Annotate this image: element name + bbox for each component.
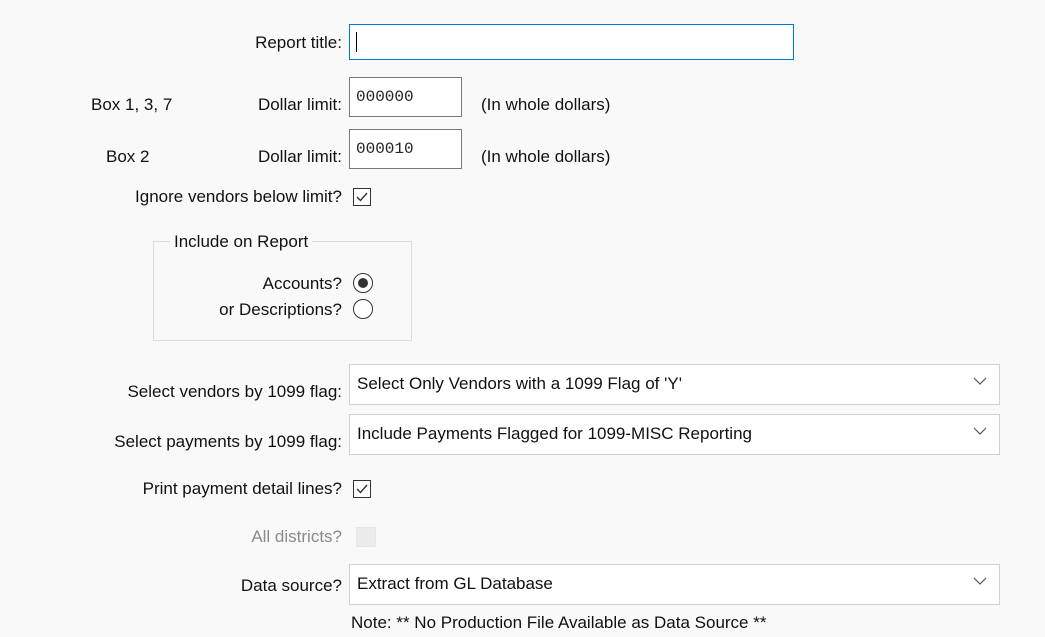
print-detail-checkbox[interactable] [353,480,371,498]
data-source-dropdown[interactable]: Extract from GL Database [349,564,1000,605]
select-payments-value: Include Payments Flagged for 1099-MISC R… [357,424,752,443]
box2-dollar-limit-input[interactable]: 000010 [349,129,462,169]
descriptions-label: or Descriptions? [219,300,342,319]
select-payments-dropdown[interactable]: Include Payments Flagged for 1099-MISC R… [349,414,1000,455]
report-title-input[interactable] [349,24,794,60]
data-source-note: Note: ** No Production File Available as… [351,613,767,632]
select-vendors-label: Select vendors by 1099 flag: [127,382,342,401]
chevron-down-icon [973,377,987,385]
box2-note: (In whole dollars) [481,147,611,166]
box137-dollar-limit-label: Dollar limit: [257,95,342,114]
select-vendors-dropdown[interactable]: Select Only Vendors with a 1099 Flag of … [349,364,1000,405]
print-detail-label: Print payment detail lines? [142,479,342,498]
descriptions-radio[interactable] [353,299,373,319]
all-districts-label: All districts? [251,527,342,546]
include-on-report-legend: Include on Report [170,232,313,252]
accounts-label: Accounts? [262,274,342,293]
chevron-down-icon [973,577,987,585]
box137-dollar-limit-input[interactable]: 000000 [349,77,462,117]
ignore-vendors-checkbox[interactable] [353,188,371,206]
text-caret [356,32,357,52]
box2-dollar-limit-label: Dollar limit: [257,147,342,166]
report-title-label: Report title: [255,33,342,52]
select-payments-label: Select payments by 1099 flag: [114,432,342,451]
checkmark-icon [356,192,368,202]
accounts-radio[interactable] [353,273,373,293]
box2-dollar-limit-value: 000010 [356,140,414,158]
box2-label: Box 2 [106,147,150,166]
select-vendors-value: Select Only Vendors with a 1099 Flag of … [357,374,682,393]
box137-note: (In whole dollars) [481,95,611,114]
box137-label: Box 1, 3, 7 [91,95,173,114]
chevron-down-icon [973,427,987,435]
ignore-vendors-label: Ignore vendors below limit? [135,187,342,206]
radio-selected-dot [358,278,368,288]
all-districts-checkbox[interactable] [356,527,376,547]
checkmark-icon [356,484,368,494]
box137-dollar-limit-value: 000000 [356,88,414,106]
data-source-label: Data source? [240,576,342,595]
data-source-value: Extract from GL Database [357,574,553,593]
